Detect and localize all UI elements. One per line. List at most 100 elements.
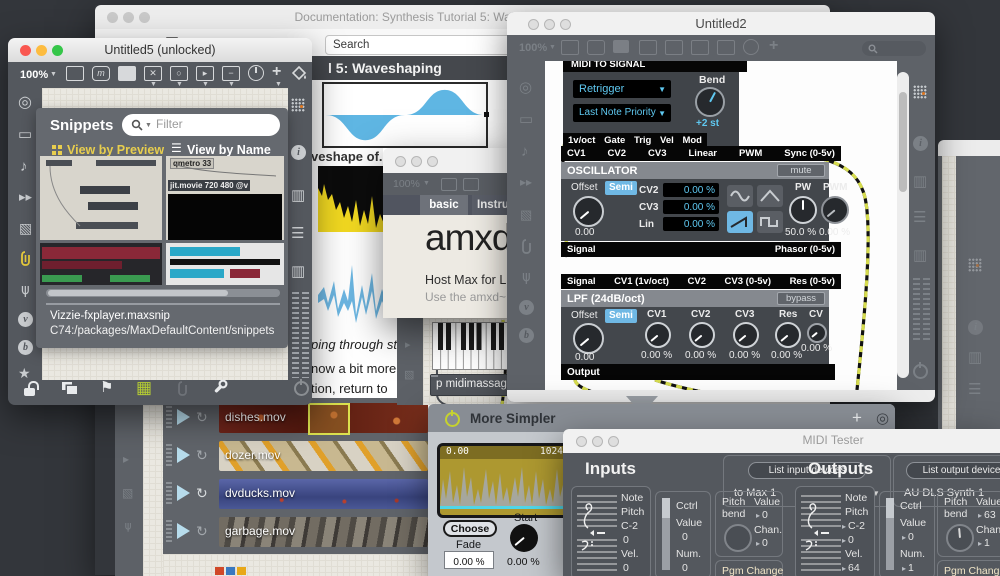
offset-knob[interactable]	[573, 323, 604, 354]
choose-button[interactable]: Choose	[443, 520, 497, 537]
output-cctrl-panel[interactable]: Cctrl Value ▸0 Num. ▸1	[879, 491, 935, 576]
target-icon[interactable]: ◎	[876, 410, 889, 427]
lin-numbox[interactable]: 0.00 %	[663, 217, 719, 231]
input-note-panel[interactable]: Note Pitch C-2 0 Vel. 0	[571, 486, 651, 576]
playlist-row-dvducks[interactable]: ↻ dvducks.mov	[163, 479, 428, 509]
audio-on-icon[interactable]: ◎	[519, 80, 532, 95]
wave-square-button[interactable]	[757, 211, 783, 233]
pwm-knob[interactable]	[821, 196, 849, 224]
info-icon[interactable]: i	[968, 320, 983, 335]
u2-scrollbar[interactable]	[897, 72, 909, 378]
loop-icon[interactable]: ↻	[196, 485, 208, 501]
semi-toggle[interactable]: Semi	[605, 309, 637, 323]
play-icon[interactable]	[177, 447, 190, 463]
offset-value[interactable]: 0.00	[575, 227, 594, 239]
wrench-icon[interactable]	[212, 379, 228, 395]
toolbar-icon[interactable]	[561, 40, 579, 55]
loop-icon[interactable]: ↻	[196, 447, 208, 463]
grid-toggle-icon[interactable]: ▦	[136, 378, 152, 398]
u2-canvas[interactable]: MIDI TO SIGNAL Retrigger ▼ Last Note Pri…	[545, 61, 897, 390]
list-output-devices-button[interactable]: List output devices	[906, 462, 1000, 479]
semi-toggle[interactable]: Semi	[605, 181, 637, 195]
power-icon[interactable]	[294, 381, 309, 396]
audio-note-icon[interactable]: ♪	[521, 144, 529, 159]
simpler-header[interactable]: More Simpler + ◎	[428, 404, 895, 432]
wave-triangle-button[interactable]	[757, 185, 783, 207]
dial-icon[interactable]	[743, 39, 759, 55]
power-icon[interactable]	[913, 364, 928, 379]
pwm-value[interactable]: 0.00 %	[819, 227, 850, 239]
retrigger-dropdown[interactable]: Retrigger ▼	[573, 80, 671, 98]
u5-titlebar[interactable]: Untitled5 (unlocked)	[8, 38, 312, 62]
wave-saw-button[interactable]	[727, 211, 753, 233]
toolbar-icon[interactable]	[639, 40, 657, 55]
zoom-level[interactable]: 100%	[393, 178, 420, 190]
offset-knob[interactable]	[573, 196, 604, 227]
video-film-icon[interactable]: ▸▸	[19, 190, 32, 203]
close-button[interactable]	[107, 12, 118, 23]
amxd-titlebar[interactable]	[383, 148, 513, 173]
pw-value[interactable]: 50.0 %	[785, 227, 816, 239]
vizzie-icon[interactable]: v	[519, 300, 534, 315]
doc-search-input[interactable]: Search	[325, 35, 517, 55]
res-value[interactable]: 0.00 %	[771, 350, 802, 362]
columns-icon[interactable]: ▥	[913, 174, 927, 189]
cv2-knob[interactable]	[689, 322, 715, 348]
cv2-value[interactable]: 0.00 %	[685, 350, 716, 362]
toolbar-icon[interactable]	[665, 40, 683, 55]
add-icon[interactable]: +	[852, 408, 862, 428]
message-box-icon[interactable]: m	[92, 66, 110, 81]
columns-icon[interactable]: ▥	[913, 248, 927, 263]
playlist-row-dozer[interactable]: ↻ dozer.mov	[163, 441, 428, 471]
object-box-icon[interactable]	[66, 66, 84, 81]
zoom-button[interactable]	[427, 156, 438, 167]
playlist-row-dishes[interactable]: ↻ dishes.mov	[163, 403, 428, 433]
zoom-level[interactable]: 100%	[519, 42, 547, 55]
chevron-down-icon[interactable]: ▼	[176, 81, 183, 88]
cv-knob[interactable]	[807, 323, 827, 343]
mixer-meter-icon[interactable]	[923, 278, 930, 340]
bypass-button[interactable]: bypass	[777, 292, 825, 305]
info-icon[interactable]: i	[913, 136, 928, 151]
tab-basic[interactable]: basic	[420, 195, 468, 215]
list-icon[interactable]: ☰	[913, 210, 926, 225]
cv1-value[interactable]: 0.00 %	[641, 350, 672, 362]
drag-handle[interactable]	[166, 520, 172, 544]
chevron-down-icon[interactable]: ▼	[275, 81, 282, 88]
toolbar-icon[interactable]	[463, 178, 479, 191]
mixer-meter-icon[interactable]	[913, 278, 920, 340]
minimize-button[interactable]	[411, 156, 422, 167]
toolbar-icon[interactable]	[441, 178, 457, 191]
presentation-flag-icon[interactable]: ⚑	[100, 379, 113, 396]
u2-search-input[interactable]	[862, 41, 926, 56]
minimize-button[interactable]	[592, 436, 603, 447]
playbar-icon[interactable]: ▸	[196, 66, 214, 81]
play-icon[interactable]	[177, 409, 190, 425]
minimize-button[interactable]	[544, 19, 555, 30]
playlist-row-garbage[interactable]: ↻ garbage.mov	[163, 517, 428, 547]
fade-numbox[interactable]: 0.00 %	[444, 551, 494, 569]
grid-overview-icon[interactable]	[291, 98, 305, 112]
zoom-button[interactable]	[139, 12, 150, 23]
mixer-meter-icon[interactable]	[302, 292, 309, 378]
zoom-level[interactable]: 100%	[20, 69, 48, 82]
close-button[interactable]	[20, 45, 31, 56]
toolbar-icon[interactable]	[587, 40, 605, 55]
image-icon[interactable]: ▧	[520, 208, 532, 221]
selected-clip-highlight[interactable]	[308, 403, 350, 435]
scrollbar-thumb[interactable]	[48, 290, 228, 296]
snippets-scrollbar[interactable]	[46, 289, 280, 297]
video-film-icon[interactable]: ▸▸	[520, 176, 532, 188]
chevron-down-icon[interactable]: ▼	[549, 44, 556, 52]
p-midimassage-object[interactable]: p midimassage	[430, 374, 507, 396]
cctrl-slider[interactable]	[662, 498, 670, 570]
cv3-numbox[interactable]: 0.00 %	[663, 200, 719, 214]
plug-icon[interactable]: ⋔	[123, 521, 133, 533]
vizzie-icon[interactable]: v	[18, 312, 33, 327]
bend-knob[interactable]	[695, 87, 725, 117]
zoom-button[interactable]	[560, 19, 571, 30]
chevron-down-icon[interactable]: ▼	[50, 71, 57, 79]
clip-disabled-icon[interactable]	[176, 380, 189, 397]
favorites-star-icon[interactable]: ★	[18, 366, 31, 380]
pitchbend-knob[interactable]	[946, 524, 974, 552]
